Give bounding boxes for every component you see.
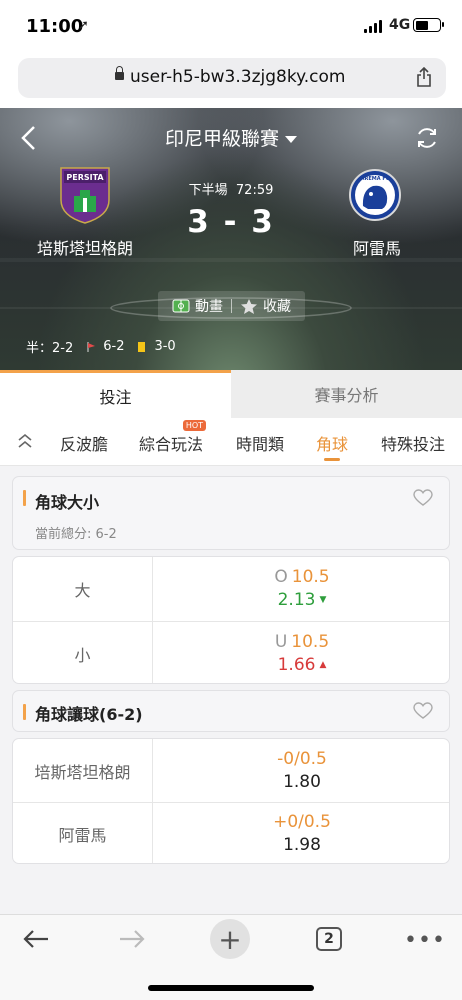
match-score: 3 - 3 (0, 204, 462, 240)
odds-value-row: 2.13 ▼ (278, 588, 327, 612)
match-clock: 72:59 (235, 183, 274, 198)
refresh-icon[interactable] (414, 125, 440, 151)
corner-ou-current: 當前總分: 6-2 (35, 527, 117, 542)
period-label: 下半場 (188, 183, 228, 198)
trend-down-icon: ▼ (319, 595, 327, 605)
heart-icon[interactable] (413, 702, 433, 720)
league-name: 印尼甲級聯賽 (164, 128, 279, 150)
status-time: 11:00 (26, 16, 84, 37)
handicap-line: +0/0.5 (273, 812, 331, 832)
selection-label: 小 (13, 622, 153, 683)
markets-area: 角球大小 當前總分: 6-2 大 O 10.5 2.13 ▼ 小 U 10.5 1.6… (0, 466, 462, 914)
odds-row[interactable]: 大 O 10.5 2.13 ▼ (13, 557, 449, 621)
hot-badge: HOT (182, 420, 207, 431)
corner-handicap-odds: 培斯塔坦格朗 -0/0.5 1.80 阿雷馬 +0/0.5 1.98 (12, 738, 450, 864)
match-actions: 動畫 收藏 (158, 291, 305, 321)
location-arrow-icon: ➚ (78, 18, 89, 33)
odds-value: 1.66 (277, 654, 316, 675)
url-text: user-h5-bw3.3zjg8ky.com (130, 67, 346, 87)
odds-cell[interactable]: O 10.5 2.13 ▼ (153, 557, 449, 621)
odds-value-row: 1.66 ▲ (278, 653, 327, 677)
address-bar[interactable]: user-h5-bw3.3zjg8ky.com (18, 58, 446, 98)
trend-up-icon: ▲ (319, 659, 327, 670)
odds-row[interactable]: 阿雷馬 +0/0.5 1.98 (13, 802, 449, 863)
odds-cell[interactable]: -0/0.5 1.80 (153, 739, 449, 802)
selection-label: 培斯塔坦格朗 (13, 739, 153, 802)
corner-ou-header[interactable]: 角球大小 當前總分: 6-2 (12, 476, 450, 550)
animation-button[interactable]: 動畫 (172, 296, 223, 316)
handicap-line: U 10.5 (275, 631, 329, 653)
score-separator: - (223, 204, 239, 240)
arrow-right-icon[interactable] (118, 929, 146, 949)
yellow-card-count: 3-0 (154, 339, 176, 354)
half-time-score: 半：2-2 (26, 341, 74, 356)
tab-combo[interactable]: 綜合玩法 HOT (139, 420, 207, 455)
corner-handicap-header[interactable]: 角球讓球(6-2) (12, 690, 450, 732)
tab-corners[interactable]: 角球 (316, 431, 349, 461)
collapse-icon[interactable] (16, 432, 34, 450)
more-icon[interactable]: ••• (404, 928, 446, 953)
league-selector[interactable]: 印尼甲級聯賽 (0, 124, 462, 151)
tab-special[interactable]: 特殊投注 (381, 431, 445, 455)
corner-ou-odds: 大 O 10.5 2.13 ▼ 小 U 10.5 1.66 ▲ (12, 556, 450, 684)
divider (231, 299, 232, 313)
status-bar: 11:00 ➚ 4G (0, 0, 462, 52)
selection-label: 大 (13, 557, 153, 621)
caret-down-icon (285, 136, 297, 143)
section-accent (23, 490, 26, 506)
odds-value: 2.13 (277, 590, 316, 610)
animation-label: 動畫 (195, 299, 223, 315)
market-tabs: 反波膽 綜合玩法 HOT 時間類 角球 特殊投注 (0, 418, 462, 466)
corner-flag-icon (87, 341, 96, 352)
plus-icon[interactable]: + (210, 919, 250, 959)
odds-row[interactable]: 培斯塔坦格朗 -0/0.5 1.80 (13, 739, 449, 802)
odds-value: 1.80 (283, 771, 321, 792)
corner-ou-title: 角球大小 (35, 493, 100, 512)
odds-cell[interactable]: U 10.5 1.66 ▲ (153, 622, 449, 683)
favorite-label: 收藏 (263, 299, 291, 315)
match-header: 印尼甲級聯賽 PERSITA AREMA FC 培斯塔坦格朗 阿雷馬 下半場 7… (0, 108, 462, 370)
corner-count: 6-2 (103, 339, 125, 354)
arrow-left-icon[interactable] (22, 929, 50, 949)
home-indicator (148, 985, 314, 991)
line-prefix: U (274, 631, 288, 652)
home-score: 3 (187, 204, 211, 240)
tabs-icon[interactable]: 2 (316, 927, 342, 951)
away-score: 3 (251, 204, 275, 240)
lock-icon (115, 66, 124, 80)
share-icon[interactable] (416, 67, 432, 87)
odds-row[interactable]: 小 U 10.5 1.66 ▲ (13, 621, 449, 683)
battery-icon (413, 18, 444, 32)
odds-value: 1.98 (283, 835, 321, 855)
favorite-button[interactable]: 收藏 (240, 296, 291, 316)
active-tab-indicator (324, 458, 341, 461)
match-stats: 半：2-2 6-2 3-0 (26, 337, 176, 356)
tab-corners-label: 角球 (316, 435, 349, 454)
network-type: 4G (389, 17, 411, 33)
tab-combo-label: 綜合玩法 (139, 435, 204, 454)
handicap-line: O 10.5 (274, 566, 329, 588)
tab-analysis[interactable]: 賽事分析 (231, 370, 462, 418)
tab-time[interactable]: 時間類 (236, 431, 284, 455)
signal-icon (364, 19, 382, 33)
selection-label: 阿雷馬 (13, 803, 153, 863)
heart-icon[interactable] (413, 489, 433, 507)
line-value: 10.5 (291, 631, 330, 652)
odds-cell[interactable]: +0/0.5 1.98 (153, 803, 449, 863)
star-icon (241, 298, 257, 314)
handicap-line: -0/0.5 (277, 748, 327, 769)
main-tabs: 投注 賽事分析 (0, 370, 462, 418)
match-period: 下半場 72:59 (0, 179, 462, 198)
tab-correct-score-reverse[interactable]: 反波膽 (60, 431, 108, 455)
yellow-card-icon (138, 341, 146, 352)
section-accent (23, 704, 26, 720)
line-value: 10.5 (291, 567, 330, 587)
pitch-icon (172, 299, 190, 313)
tab-bet[interactable]: 投注 (0, 370, 231, 418)
corner-handicap-title: 角球讓球(6-2) (35, 705, 143, 724)
line-prefix: O (274, 567, 288, 587)
